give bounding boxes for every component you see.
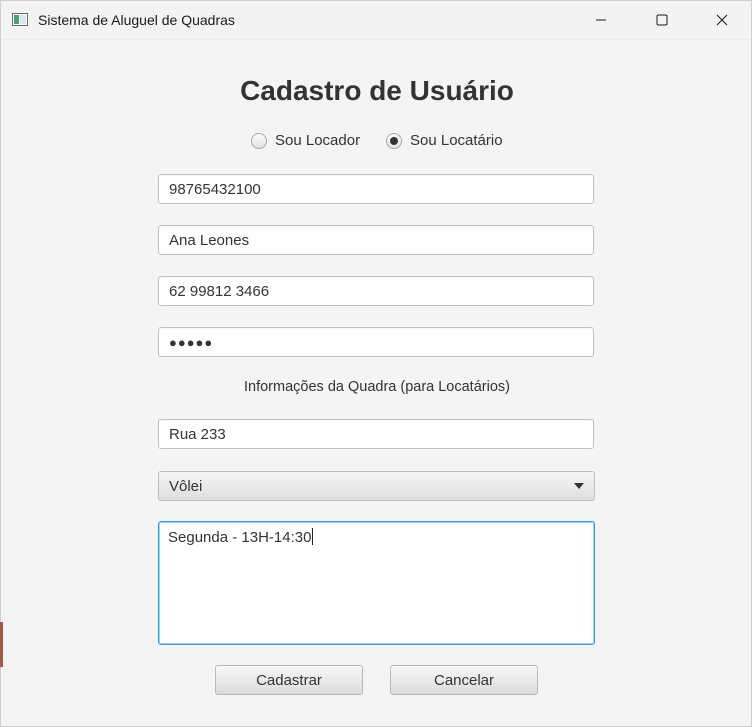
sport-select[interactable]: Vôlei (158, 471, 595, 501)
radio-locador-circle[interactable] (251, 132, 267, 149)
address-value: Rua 233 (169, 425, 226, 443)
radio-locador-label: Sou Locador (275, 132, 361, 149)
title-bar[interactable]: Sistema de Aluguel de Quadras (1, 1, 751, 40)
radio-locador[interactable]: Sou Locador (251, 132, 360, 149)
document-field[interactable]: 98765432100 (158, 174, 594, 204)
sport-selected-value: Vôlei (169, 477, 203, 495)
document-value: 98765432100 (169, 180, 261, 198)
name-value: Ana Leones (169, 231, 250, 249)
background-window-edge (0, 622, 3, 667)
maximize-icon (656, 14, 668, 26)
password-value: ●●●●● (169, 334, 214, 350)
page-title: Cadastro de Usuário (240, 75, 514, 106)
radio-locatario-circle[interactable] (386, 132, 402, 149)
phone-value: 62 99812 3466 (169, 282, 270, 300)
radio-locatario-label: Sou Locatário (410, 132, 503, 149)
schedule-textarea[interactable]: Segunda - 13H-14:30 (158, 521, 595, 645)
user-type-radio-group: Sou Locador Sou Locatário (1, 132, 751, 154)
schedule-text: Segunda - 13H-14:30 (168, 529, 312, 546)
close-icon (716, 14, 728, 26)
window-app-icon (12, 13, 28, 26)
address-field[interactable]: Rua 233 (158, 419, 594, 449)
text-caret (312, 528, 314, 545)
minimize-button[interactable] (578, 1, 624, 39)
court-section-label: Informações da Quadra (para Locatários) (244, 379, 510, 395)
window-title: Sistema de Aluguel de Quadras (38, 12, 235, 28)
cancel-button[interactable]: Cancelar (390, 665, 538, 695)
name-field[interactable]: Ana Leones (158, 225, 594, 255)
maximize-button[interactable] (639, 1, 685, 39)
phone-field[interactable]: 62 99812 3466 (158, 276, 594, 306)
radio-selected-dot (390, 136, 398, 145)
password-field[interactable]: ●●●●● (158, 327, 594, 357)
close-button[interactable] (699, 1, 745, 39)
radio-locatario[interactable]: Sou Locatário (386, 132, 503, 149)
minimize-icon (596, 19, 606, 21)
app-window: Sistema de Aluguel de Quadras Cadastro d… (0, 0, 752, 727)
submit-button[interactable]: Cadastrar (215, 665, 363, 695)
chevron-down-icon (574, 483, 584, 489)
